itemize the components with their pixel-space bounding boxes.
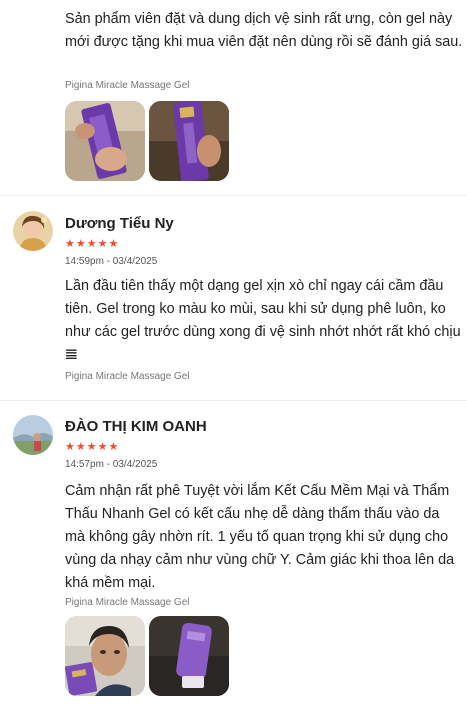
product-name: Pigina Miracle Massage Gel xyxy=(65,80,190,91)
review-photos xyxy=(65,101,229,181)
avatar-image xyxy=(13,415,53,455)
photo-purple-box-hand xyxy=(65,101,145,181)
photo-selfie-with-product xyxy=(65,616,145,696)
review-date: 14:59pm - 03/4/2025 xyxy=(65,256,158,267)
review-photo[interactable] xyxy=(149,616,229,696)
product-name: Pigina Miracle Massage Gel xyxy=(65,371,190,382)
photo-purple-tube xyxy=(149,616,229,696)
review-divider xyxy=(0,195,467,196)
review-text: Sản phẩm viên đặt và dung dịch vệ sinh r… xyxy=(65,11,463,50)
reviewer-name: ĐÀO THỊ KIM OANH xyxy=(65,418,207,435)
review-photo[interactable] xyxy=(65,616,145,696)
avatar[interactable] xyxy=(13,211,53,251)
review-photo[interactable] xyxy=(149,101,229,181)
review-date: 14:57pm - 03/4/2025 xyxy=(65,459,158,470)
avatar[interactable] xyxy=(13,415,53,455)
review-text: Cảm nhận rất phê Tuyệt vời lắm Kết Cấu M… xyxy=(65,483,455,591)
review-photos xyxy=(65,616,229,696)
review-text: Lần đầu tiên thấy một dạng gel xịn xò ch… xyxy=(65,278,461,363)
avatar-image xyxy=(13,211,53,251)
review-divider xyxy=(0,400,467,401)
review-photo[interactable] xyxy=(65,101,145,181)
product-name: Pigina Miracle Massage Gel xyxy=(65,597,190,608)
star-rating: ★★★★★ xyxy=(65,238,120,250)
star-rating: ★★★★★ xyxy=(65,441,120,453)
photo-purple-box-gold xyxy=(149,101,229,181)
reviewer-name: Dương Tiểu Ny xyxy=(65,215,174,232)
